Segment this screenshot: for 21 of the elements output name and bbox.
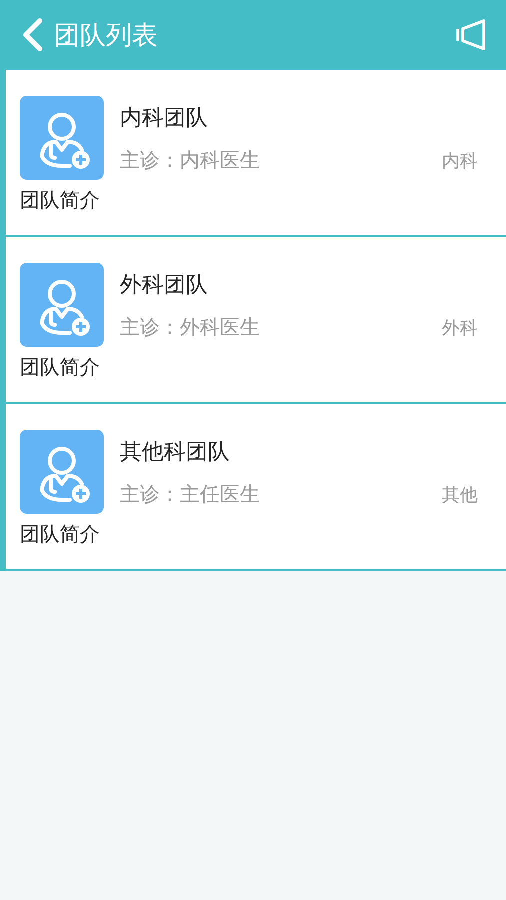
doctor-label: 主诊：内科医生 [120, 147, 260, 174]
department-label: 外科 [442, 316, 478, 340]
team-intro-link[interactable]: 团队简介 [20, 521, 100, 548]
team-name: 内科团队 [120, 105, 209, 133]
speaker-icon [456, 18, 488, 52]
page-title: 团队列表 [54, 20, 159, 52]
doctor-avatar-icon [20, 263, 104, 347]
team-name: 其他科团队 [120, 439, 231, 467]
speaker-button[interactable] [456, 18, 488, 52]
department-label: 其他 [442, 484, 478, 506]
department-label: 内科 [442, 150, 478, 172]
team-name: 外科团队 [120, 272, 209, 300]
doctor-label: 主诊：主任医生 [120, 481, 260, 508]
doctor-label: 主诊：外科医生 [120, 314, 260, 341]
doctor-avatar-icon [20, 430, 104, 514]
team-card[interactable]: 外科团队 主诊：外科医生 外科 团队简介 [0, 237, 506, 404]
team-card[interactable]: 内科团队 主诊：内科医生 内科 团队简介 [0, 70, 506, 237]
doctor-avatar-icon [20, 96, 104, 180]
team-card[interactable]: 其他科团队 主诊：主任医生 其他 团队简介 [0, 404, 506, 571]
team-intro-link[interactable]: 团队简介 [20, 187, 100, 214]
team-intro-link[interactable]: 团队简介 [20, 354, 100, 381]
